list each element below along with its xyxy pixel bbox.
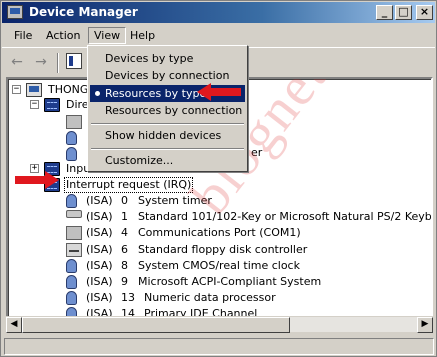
menu-file[interactable]: File [8,27,38,44]
irq-device-name: System timer [138,194,212,207]
scroll-left-icon[interactable]: ◀ [6,317,22,333]
close-button[interactable]: × [416,5,433,20]
scroll-right-icon[interactable]: ▶ [417,317,433,333]
irq-number: 4 [121,226,128,240]
irq-device-name: Standard 101/102-Key or Microsoft Natura… [138,210,433,224]
device-icon [66,275,77,289]
dma-icon [44,98,60,112]
menu-help[interactable]: Help [124,27,161,44]
annotation-arrow-icon [15,171,59,189]
irq-bus: (ISA) [86,291,113,305]
show-hide-console-tree-icon[interactable] [66,53,82,69]
irq-label: Interrupt request (IRQ) [64,177,194,193]
device-icon [66,194,77,208]
device-manager-window: Device Manager _ □ × File Action View He… [0,0,437,357]
irq-bus: (ISA) [86,210,113,224]
title-bar[interactable]: Device Manager _ □ × [2,2,435,23]
maximize-button[interactable]: □ [395,5,412,20]
status-bar [4,338,434,355]
irq-device-name: Standard floppy disk controller [138,242,308,256]
collapse-icon[interactable]: − [12,85,21,94]
menu-view[interactable]: View [88,27,127,44]
menu-item-devices-by-type[interactable]: Devices by type [90,50,245,67]
device-icon [66,115,82,129]
horizontal-scrollbar[interactable]: ◀ ▶ [6,316,433,333]
menu-item-show-hidden-devices[interactable]: Show hidden devices [90,127,245,144]
device-manager-icon [7,5,23,19]
menu-item-resources-by-connection[interactable]: Resources by connection [90,102,245,119]
menu-item-label: Devices by type [105,52,194,65]
device-icon [66,131,77,145]
irq-device-name: System CMOS/real time clock [138,258,300,272]
dma-child-label-tail: er [251,146,263,159]
menu-item-label: Resources by type [105,87,207,100]
irq-number: 8 [121,258,128,272]
view-menu-dropdown: Devices by type Devices by connection Re… [87,45,248,172]
port-icon [66,226,82,241]
forward-arrow-icon[interactable]: → [30,53,52,73]
menu-item-customize[interactable]: Customize... [90,152,245,169]
menu-file-label: File [14,29,33,42]
irq-bus: (ISA) [86,275,113,288]
computer-icon [26,83,42,97]
irq-device-name: Microsoft ACPI-Compliant System [138,275,322,288]
annotation-arrow-icon [197,83,241,101]
irq-bus: (ISA) [86,258,113,272]
irq-bus: (ISA) [86,226,113,240]
menu-action[interactable]: Action [40,27,86,44]
irq-number: 6 [121,242,128,256]
irq-number: 0 [121,194,128,207]
window-title: Device Manager [29,5,138,19]
irq-number: 9 [121,275,128,288]
menu-separator [91,148,244,150]
device-icon [66,258,77,273]
menu-item-label: Show hidden devices [105,129,222,142]
irq-device-name: Communications Port (COM1) [138,226,301,240]
irq-number: 13 [121,291,135,305]
dma-label: Dire [66,98,89,111]
collapse-icon[interactable]: − [30,100,39,109]
toolbar-separator [57,53,59,73]
back-arrow-icon[interactable]: ← [6,53,28,73]
menu-item-label: Resources by connection [105,104,243,117]
minimize-button[interactable]: _ [376,5,393,20]
menu-bar: File Action View Help [2,24,435,45]
irq-number: 1 [121,210,128,224]
menu-item-devices-by-connection[interactable]: Devices by connection [90,67,245,84]
irq-bus: (ISA) [86,194,113,207]
menu-view-label: View [94,29,121,42]
menu-action-label: Action [46,29,81,42]
menu-item-label: Devices by connection [105,69,230,82]
irq-bus: (ISA) [86,242,113,256]
menu-item-label: Customize... [105,154,174,167]
radio-bullet-icon [95,91,100,96]
device-icon [66,291,77,306]
keyboard-icon [66,210,82,219]
menu-help-label: Help [130,29,156,42]
device-icon [66,147,77,161]
menu-separator [91,123,244,125]
scrollbar-thumb[interactable] [22,317,290,333]
drive-icon [66,242,82,257]
irq-device-name: Numeric data processor [144,291,276,305]
